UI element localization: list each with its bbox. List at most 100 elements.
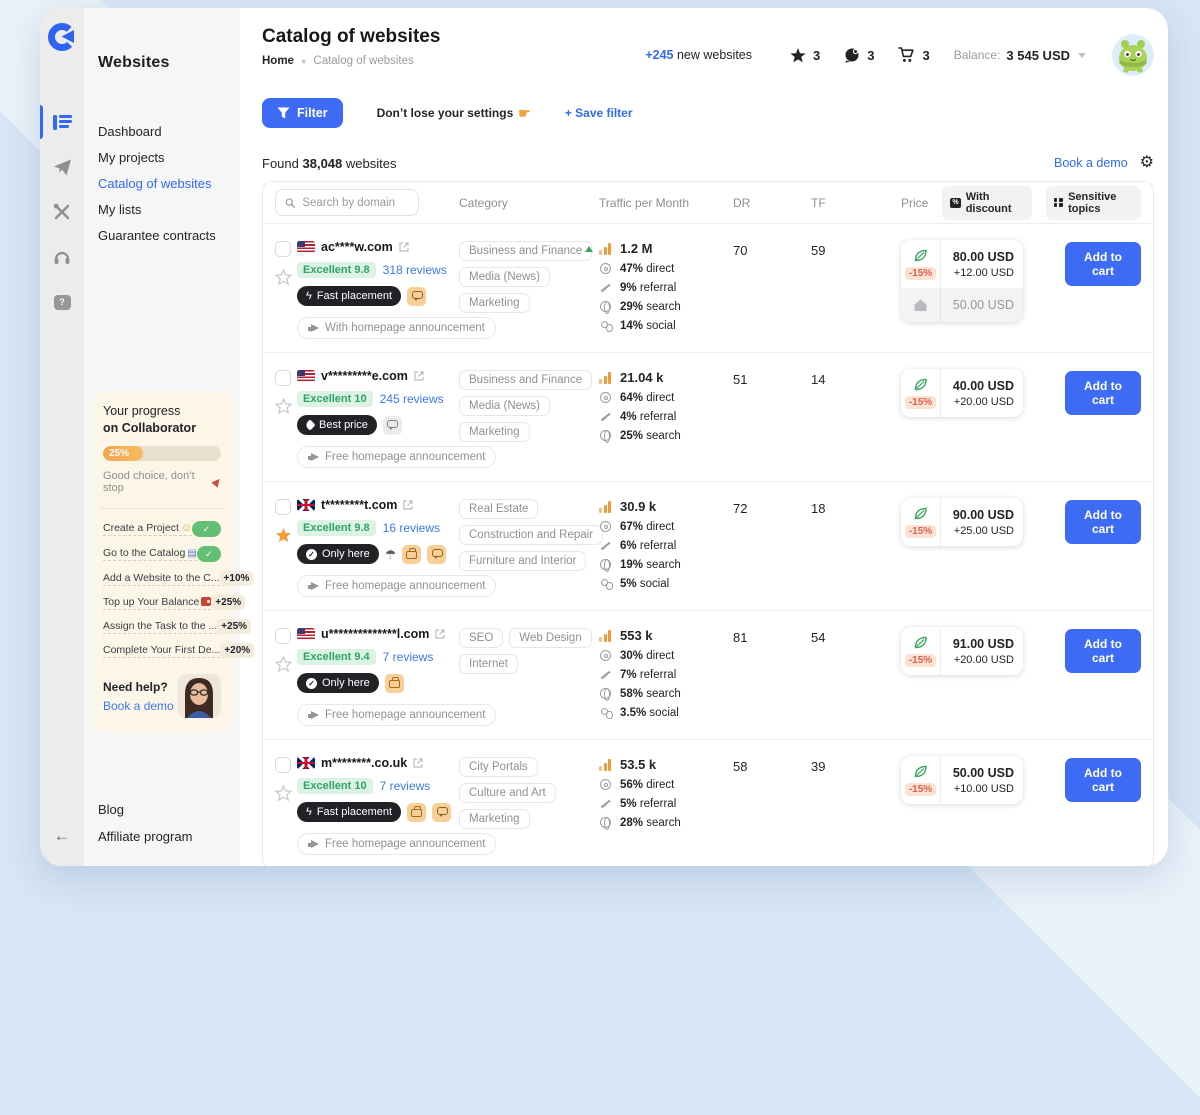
rocket-icon: [211, 476, 222, 487]
book-demo-link-top[interactable]: Book a demo: [1054, 156, 1128, 170]
social-icon: [599, 319, 612, 332]
favorite-star-icon-active[interactable]: [275, 527, 292, 543]
megaphone-icon: [308, 452, 319, 462]
traffic-cell: 21.04 k 64% direct 4% referral 25% searc…: [599, 369, 733, 442]
task-link[interactable]: Assign the Task to the ...: [103, 620, 217, 634]
progress-caption: Good choice, don’t stop: [103, 470, 221, 494]
categories: Business and Finance Media (News) Market…: [459, 240, 597, 313]
cart-counter[interactable]: 3: [898, 47, 929, 63]
search-traffic-icon: [599, 429, 612, 442]
sidebar-item-catalog[interactable]: Catalog of websites: [98, 176, 240, 191]
filter-button[interactable]: Filter: [262, 98, 343, 128]
domain-link[interactable]: t********t.com: [321, 498, 397, 512]
price-value: 50.00 USD: [953, 766, 1014, 780]
favorite-star-icon[interactable]: [275, 785, 292, 801]
traffic-cell: 53.5 k 56% direct 5% referral 28% search: [599, 756, 733, 829]
reviews-link[interactable]: 318 reviews: [383, 263, 447, 277]
task-link[interactable]: Create a Project☺: [103, 522, 192, 536]
sidebar-item-dashboard[interactable]: Dashboard: [98, 124, 240, 139]
row-checkbox[interactable]: [275, 370, 291, 386]
domain-link[interactable]: u**************l.com: [321, 627, 429, 641]
umbrella-icon: ☂: [385, 548, 397, 561]
balance-dropdown[interactable]: Balance: 3 545 USD: [954, 48, 1086, 63]
paper-plane-icon[interactable]: [40, 149, 84, 185]
price-value: 90.00 USD: [953, 508, 1014, 522]
traffic-value: 1.2 M: [620, 241, 653, 256]
favorite-star-icon[interactable]: [275, 656, 292, 672]
row-checkbox[interactable]: [275, 499, 291, 515]
add-to-cart-button[interactable]: Add to cart: [1065, 371, 1141, 415]
favorites-counter[interactable]: 3: [790, 48, 820, 63]
app-window: ? ← Websites Dashboard My projects Catal…: [40, 8, 1168, 866]
row-checkbox[interactable]: [275, 757, 291, 773]
price-value: 91.00 USD: [953, 637, 1014, 651]
tools-icon[interactable]: [40, 194, 84, 230]
add-to-cart-button[interactable]: Add to cart: [1065, 242, 1141, 286]
add-to-cart-button[interactable]: Add to cart: [1065, 629, 1141, 673]
add-to-cart-button[interactable]: Add to cart: [1065, 758, 1141, 802]
external-link-icon[interactable]: [413, 758, 423, 768]
external-link-icon[interactable]: [414, 371, 424, 381]
affiliate-program-link[interactable]: Affiliate program: [98, 829, 240, 844]
discount-icon: %: [950, 198, 960, 208]
table-row: m********.co.uk Excellent 10 7 reviews ϟ…: [263, 740, 1153, 866]
sidebar-item-guarantee-contracts[interactable]: Guarantee contracts: [98, 228, 240, 243]
sidebar-item-my-lists[interactable]: My lists: [98, 202, 240, 217]
gear-icon[interactable]: ⚙: [1140, 155, 1154, 171]
favorite-star-icon[interactable]: [275, 269, 292, 285]
search-input[interactable]: [302, 197, 409, 209]
sidebar-footer: Blog Affiliate program: [84, 802, 240, 844]
chats-counter[interactable]: 3: [844, 48, 874, 63]
dashboard-icon[interactable]: [40, 104, 84, 140]
row-checkbox[interactable]: [275, 241, 291, 257]
help-icon[interactable]: ?: [40, 284, 84, 320]
task-link[interactable]: Add a Website to the C...: [103, 572, 220, 586]
sensitive-topics-toggle[interactable]: Sensitive topics: [1046, 186, 1141, 220]
collapse-sidebar-icon[interactable]: ←: [54, 826, 71, 846]
domain-link[interactable]: m********.co.uk: [321, 756, 407, 770]
task-done-badge[interactable]: ✓: [192, 521, 221, 537]
icon-rail: ? ←: [40, 8, 84, 866]
book-demo-link[interactable]: Book a demo: [103, 699, 174, 713]
rating-badge: Excellent 9.8: [297, 262, 376, 278]
blog-link[interactable]: Blog: [98, 802, 240, 817]
favorite-star-icon[interactable]: [275, 398, 292, 414]
domain-search[interactable]: [275, 189, 419, 216]
price-card: -15% 90.00 USD +25.00 USD: [901, 498, 1023, 546]
social-icon: [599, 706, 612, 719]
referral-icon: [599, 668, 612, 681]
task-link[interactable]: Top up Your Balance: [103, 596, 211, 610]
reviews-link[interactable]: 16 reviews: [383, 521, 440, 535]
external-link-icon[interactable]: [399, 242, 409, 252]
reviews-link[interactable]: 245 reviews: [380, 392, 444, 406]
external-link-icon[interactable]: [403, 500, 413, 510]
headset-icon[interactable]: [40, 239, 84, 275]
announcement-pill: Free homepage announcement: [297, 704, 496, 726]
breadcrumb-home[interactable]: Home: [262, 55, 294, 67]
dr-value: 51: [733, 369, 811, 387]
rating-badge: Excellent 10: [297, 778, 373, 794]
save-filter-link[interactable]: + Save filter: [565, 106, 633, 120]
add-to-cart-button[interactable]: Add to cart: [1065, 500, 1141, 544]
task-link[interactable]: Complete Your First De...: [103, 644, 220, 658]
reviews-link[interactable]: 7 reviews: [383, 650, 434, 664]
dr-value: 58: [733, 756, 811, 774]
user-avatar[interactable]: [1112, 34, 1154, 76]
announcement-pill: Free homepage announcement: [297, 833, 496, 855]
row-checkbox[interactable]: [275, 628, 291, 644]
sidebar-item-my-projects[interactable]: My projects: [98, 150, 240, 165]
collaborator-logo-icon[interactable]: [47, 22, 77, 52]
external-link-icon[interactable]: [435, 629, 445, 639]
discount-badge: -15%: [905, 525, 936, 538]
category-pill: Media (News): [459, 267, 550, 287]
categories: Business and Finance Media (News) Market…: [459, 369, 597, 442]
referral-icon: [599, 797, 612, 810]
task-link[interactable]: Go to the Catalog▤: [103, 547, 197, 561]
feature-pill: ϟFast placement: [297, 286, 401, 306]
reviews-link[interactable]: 7 reviews: [380, 779, 431, 793]
domain-link[interactable]: v*********e.com: [321, 369, 408, 383]
domain-link[interactable]: ac****w.com: [321, 240, 393, 254]
feature-pill: ✓Only here: [297, 544, 379, 564]
with-discount-toggle[interactable]: % With discount: [942, 186, 1031, 220]
task-done-badge[interactable]: ✓: [197, 546, 221, 562]
